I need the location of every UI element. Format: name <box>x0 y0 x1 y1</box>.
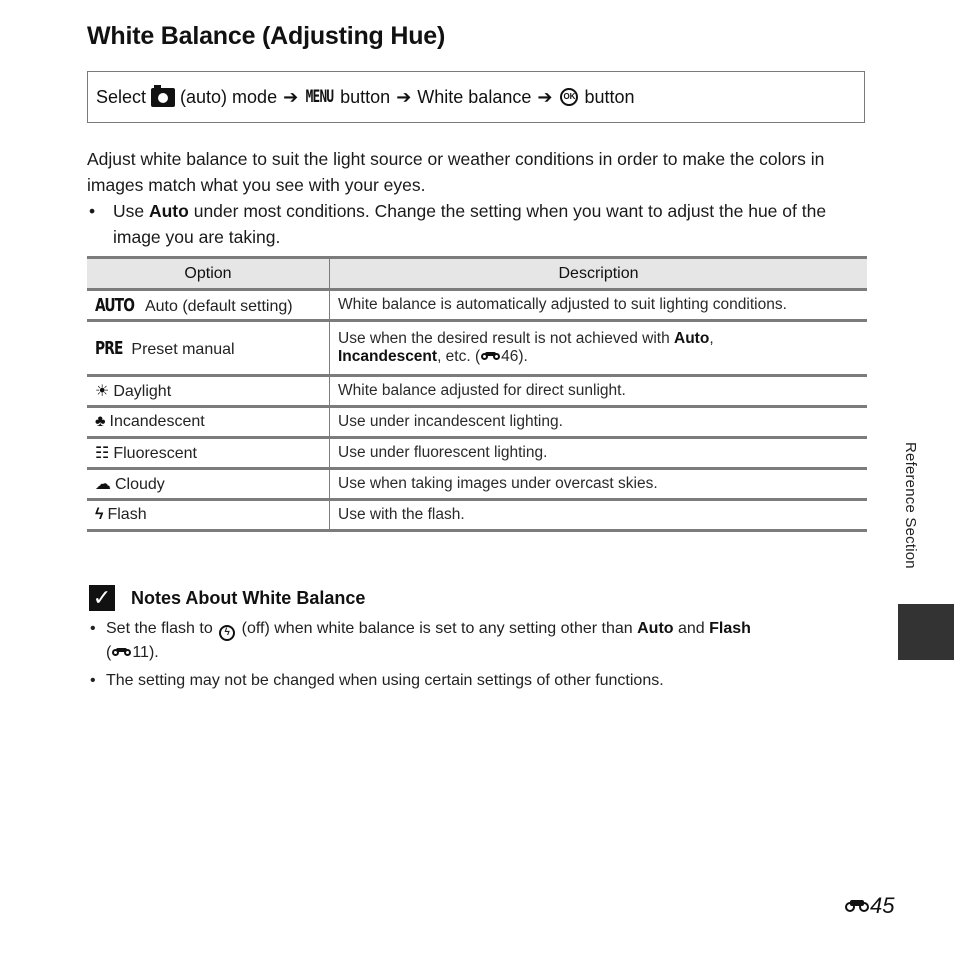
path-button: button <box>340 86 391 107</box>
option-label: Flash <box>107 506 147 523</box>
section-tab-marker <box>898 604 954 660</box>
intro-bullet: • Use Auto under most conditions. Change… <box>87 198 867 250</box>
auto-icon: AUTO <box>95 294 135 316</box>
note-item: • The setting may not be changed when us… <box>90 669 863 693</box>
arrow-icon: ➔ <box>283 86 299 107</box>
table-row: PRE Preset manual Use when the desired re… <box>87 319 867 377</box>
preset-icon: PRE <box>95 337 123 359</box>
reference-icon <box>112 648 132 657</box>
page-title: White Balance (Adjusting Hue) <box>87 22 446 50</box>
white-balance-table: Option Description AUTO Auto (default set… <box>87 256 867 532</box>
flash-off-icon: ϟ <box>219 625 236 641</box>
option-description: Use when taking images under overcast sk… <box>329 467 867 501</box>
path-select: Select <box>96 86 147 107</box>
navigation-path-box: Select (auto) mode ➔ MENU button ➔ White… <box>87 71 865 123</box>
fluorescent-icon: ☷ <box>95 445 110 462</box>
daylight-icon: ☀ <box>95 383 110 400</box>
note-item: • Set the flash to ϟ (off) when white ba… <box>90 617 863 665</box>
check-icon: ✓ <box>89 585 115 611</box>
path-mode: (auto) mode <box>180 86 278 107</box>
incandescent-icon: ♣ <box>95 413 106 430</box>
bullet-icon: • <box>90 672 96 689</box>
arrow-icon: ➔ <box>396 86 412 107</box>
table-row: ☀ Daylight White balance adjusted for dir… <box>87 374 867 408</box>
bullet-icon: • <box>89 201 96 221</box>
intro-paragraph: Adjust white balance to suit the light s… <box>87 149 825 195</box>
table-row: AUTO Auto (default setting) White balance… <box>87 288 867 322</box>
ok-button-icon: OK <box>560 88 579 106</box>
flash-icon: ϟ <box>95 506 104 523</box>
table-header-row: Option Description <box>87 256 867 291</box>
table-row: ☁ Cloudy Use when taking images under ove… <box>87 467 867 501</box>
option-description: Use under fluorescent lighting. <box>329 436 867 470</box>
table-row: ☷ Fluorescent Use under fluorescent light… <box>87 436 867 470</box>
arrow-icon: ➔ <box>537 86 553 107</box>
option-label: Fluorescent <box>113 445 197 462</box>
option-label: Preset manual <box>131 340 235 358</box>
camera-icon <box>151 84 176 107</box>
column-header-option: Option <box>87 256 330 291</box>
section-tab-label: Reference Section <box>902 442 919 569</box>
option-description: Use with the flash. <box>329 498 867 532</box>
path-white-balance: White balance <box>417 86 532 107</box>
notes-list: • Set the flash to ϟ (off) when white ba… <box>90 617 863 697</box>
option-label: Auto (default setting) <box>144 297 293 315</box>
intro-section: Adjust white balance to suit the light s… <box>87 146 867 250</box>
notes-title: Notes About White Balance <box>131 587 366 608</box>
column-header-description: Description <box>329 256 867 291</box>
table-row: ϟ Flash Use with the flash. <box>87 498 867 532</box>
reference-icon <box>481 352 501 361</box>
option-description: White balance is automatically adjusted … <box>329 288 867 322</box>
notes-header: ✓ Notes About White Balance <box>89 585 365 611</box>
cloudy-icon: ☁ <box>95 476 111 493</box>
path-button: button <box>584 86 635 107</box>
reference-icon <box>845 900 869 912</box>
bullet-icon: • <box>90 620 96 637</box>
page-number: 45 <box>844 893 894 919</box>
option-label: Incandescent <box>109 413 205 430</box>
option-description: Use under incandescent lighting. <box>329 405 867 439</box>
option-description: Use when the desired result is not achie… <box>329 319 867 377</box>
menu-button-icon: MENU <box>305 87 334 107</box>
option-label: Daylight <box>113 383 172 400</box>
option-description: White balance adjusted for direct sunlig… <box>329 374 867 408</box>
table-row: ♣ Incandescent Use under incandescent lig… <box>87 405 867 439</box>
option-label: Cloudy <box>115 476 165 493</box>
